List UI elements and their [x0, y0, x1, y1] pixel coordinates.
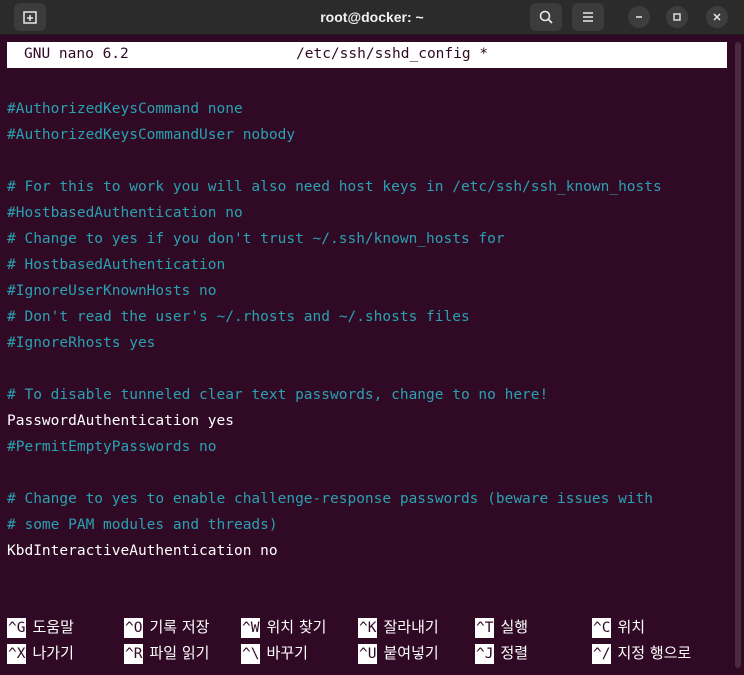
editor-line[interactable]: #HostbasedAuthentication no	[7, 200, 727, 226]
terminal-content[interactable]: GNU nano 6.2 /etc/ssh/sshd_config * #Aut…	[7, 42, 727, 668]
search-button[interactable]	[530, 3, 562, 31]
title-bar[interactable]: root@docker: ~	[0, 0, 744, 35]
terminal-window: root@docker: ~ GNU nano 6.2 /etc/ssh/ssh…	[0, 0, 744, 675]
shortcut-key: ^W	[241, 618, 261, 638]
shortcut-key: ^C	[592, 618, 612, 638]
nano-version: GNU nano 6.2	[24, 46, 129, 62]
editor-line[interactable]: # HostbasedAuthentication	[7, 252, 727, 278]
shortcut-key: ^K	[358, 618, 378, 638]
editor-line[interactable]: # For this to work you will also need ho…	[7, 174, 727, 200]
shortcut-key: ^\	[241, 644, 261, 664]
shortcut-key: ^O	[124, 618, 144, 638]
minimize-button[interactable]	[628, 6, 650, 28]
shortcut-key: ^T	[475, 618, 495, 638]
shortcut-item: ^C 위치	[592, 614, 645, 640]
shortcut-item: ^T 실행	[475, 614, 528, 640]
shortcut-label: 지정 행으로	[617, 644, 692, 662]
shortcut-item: ^K 잘라내기	[358, 614, 439, 640]
shortcut-label: 실행	[500, 618, 529, 636]
shortcut-item: ^U 붙여넣기	[358, 640, 439, 666]
shortcut-key: ^U	[358, 644, 378, 664]
editor-line[interactable]: # Don't read the user's ~/.rhosts and ~/…	[7, 304, 727, 330]
hamburger-menu-icon	[583, 12, 593, 22]
shortcut-label: 위치	[617, 618, 646, 636]
close-button[interactable]	[706, 6, 728, 28]
shortcut-label: 나가기	[32, 644, 74, 662]
shortcut-key: ^R	[124, 644, 144, 664]
shortcut-item: ^J 정렬	[475, 640, 528, 666]
shortcut-item: ^G 도움말	[7, 614, 74, 640]
menu-button[interactable]	[572, 3, 604, 31]
editor-line[interactable]: KbdInteractiveAuthentication no	[7, 538, 727, 564]
editor-line[interactable]: # Change to yes if you don't trust ~/.ss…	[7, 226, 727, 252]
new-tab-button[interactable]	[14, 3, 46, 31]
editor-line[interactable]: # To disable tunneled clear text passwor…	[7, 382, 727, 408]
scrollbar-thumb[interactable]	[735, 42, 741, 668]
editor-line[interactable]: #AuthorizedKeysCommand none	[7, 96, 727, 122]
editor-line[interactable]: #PermitEmptyPasswords no	[7, 434, 727, 460]
shortcut-key: ^/	[592, 644, 612, 664]
shortcut-item: ^\ 바꾸기	[241, 640, 308, 666]
shortcut-label: 바꾸기	[266, 644, 308, 662]
shortcut-key: ^G	[7, 618, 27, 638]
shortcut-label: 붙여넣기	[383, 644, 439, 662]
shortcut-label: 파일 읽기	[149, 644, 210, 662]
editor-line[interactable]: #IgnoreRhosts yes	[7, 330, 727, 356]
shortcut-item: ^/ 지정 행으로	[592, 640, 691, 666]
editor-line[interactable]: # Change to yes to enable challenge-resp…	[7, 486, 727, 512]
minimize-icon	[636, 16, 642, 18]
nano-filename: /etc/ssh/sshd_config *	[296, 46, 489, 62]
editor-line[interactable]: # some PAM modules and threads)	[7, 512, 727, 538]
nano-shortcut-bar: ^G 도움말 ^O 기록 저장 ^W 위치 찾기 ^K 잘라내기 ^T 실행 ^C 위치 ^X 나가기 ^R…	[7, 614, 727, 668]
nano-header-bar: GNU nano 6.2 /etc/ssh/sshd_config *	[7, 42, 727, 68]
shortcut-item: ^R 파일 읽기	[124, 640, 209, 666]
shortcut-key: ^J	[475, 644, 495, 664]
close-icon	[713, 13, 721, 21]
scrollbar[interactable]	[735, 42, 741, 668]
maximize-icon	[673, 13, 681, 21]
editor-buffer[interactable]: #AuthorizedKeysCommand none #AuthorizedKe…	[7, 96, 727, 564]
shortcut-label: 위치 찾기	[266, 618, 327, 636]
shortcut-key: ^X	[7, 644, 27, 664]
shortcut-item: ^W 위치 찾기	[241, 614, 326, 640]
search-icon	[539, 10, 553, 24]
editor-line[interactable]	[7, 356, 727, 382]
editor-line[interactable]	[7, 148, 727, 174]
editor-line[interactable]: #IgnoreUserKnownHosts no	[7, 278, 727, 304]
shortcut-item: ^X 나가기	[7, 640, 74, 666]
editor-line[interactable]	[7, 460, 727, 486]
editor-line[interactable]: #AuthorizedKeysCommandUser nobody	[7, 122, 727, 148]
new-tab-icon	[23, 11, 37, 24]
shortcut-label: 정렬	[500, 644, 529, 662]
maximize-button[interactable]	[666, 6, 688, 28]
shortcut-label: 도움말	[32, 618, 74, 636]
shortcut-label: 기록 저장	[149, 618, 210, 636]
editor-line[interactable]: PasswordAuthentication yes	[7, 408, 727, 434]
shortcut-label: 잘라내기	[383, 618, 439, 636]
shortcut-item: ^O 기록 저장	[124, 614, 209, 640]
